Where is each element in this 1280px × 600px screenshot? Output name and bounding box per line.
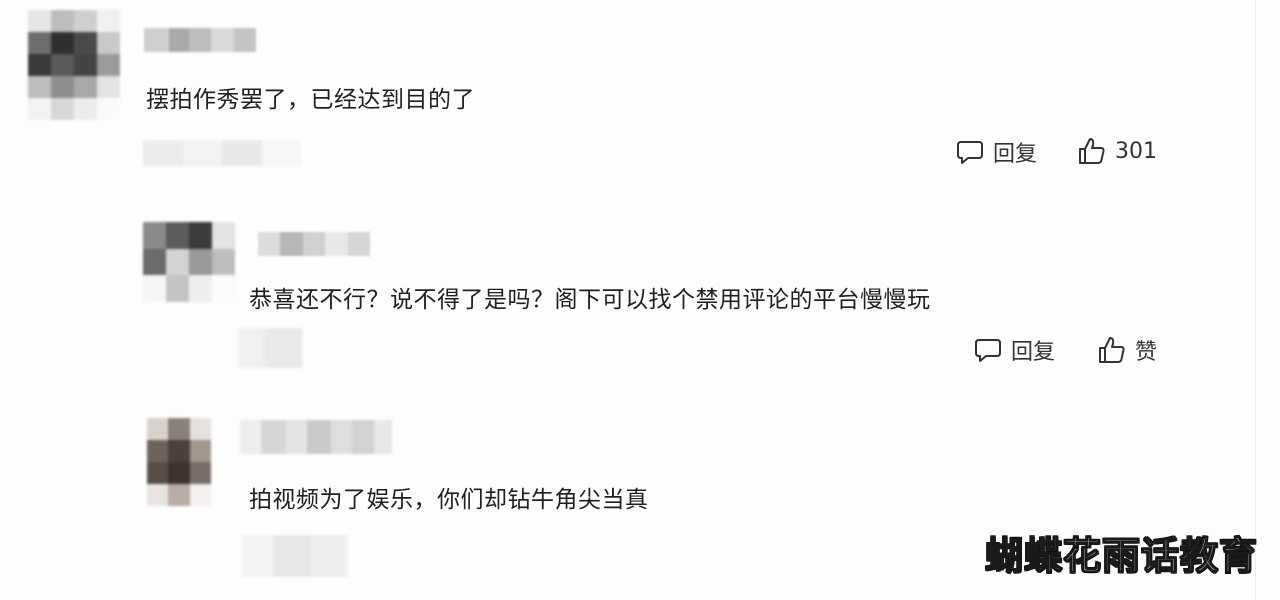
comment-text: 拍视频为了娱乐，你们却钻牛角尖当真 (249, 487, 649, 513)
watermark-text: 蝴蝶花雨话教育 (984, 533, 1258, 578)
avatar[interactable] (28, 10, 120, 120)
username[interactable] (258, 232, 370, 256)
thumbs-up-icon (1099, 337, 1125, 363)
reply-label: 回复 (993, 142, 1038, 167)
like-label: 赞 (1135, 340, 1158, 365)
comment-section: 摆拍作秀罢了，已经达到目的了 回复 301 恭喜还不行？说不得了是吗？阁下可以找… (0, 0, 1280, 600)
comment-bubble-icon (975, 339, 1001, 362)
avatar[interactable] (143, 222, 235, 302)
reply-label: 回复 (1011, 340, 1056, 365)
panel-edge-divider (1255, 0, 1256, 600)
reply-button[interactable]: 回复 (955, 136, 1037, 168)
like-count: 301 (1115, 138, 1157, 164)
comment-meta (143, 140, 301, 166)
username[interactable] (240, 420, 392, 454)
avatar[interactable] (147, 418, 211, 506)
comment-bubble-icon (957, 141, 983, 164)
reply-button[interactable]: 回复 (973, 334, 1055, 366)
comment-meta (238, 328, 302, 368)
like-button[interactable]: 301 (1077, 136, 1157, 166)
comment-text: 摆拍作秀罢了，已经达到目的了 (146, 87, 475, 113)
like-button[interactable]: 赞 (1097, 334, 1157, 366)
comment-text: 恭喜还不行？说不得了是吗？阁下可以找个禁用评论的平台慢慢玩 (249, 287, 931, 313)
thumbs-up-icon (1079, 138, 1105, 164)
comment-meta (242, 535, 348, 577)
username[interactable] (144, 28, 256, 52)
